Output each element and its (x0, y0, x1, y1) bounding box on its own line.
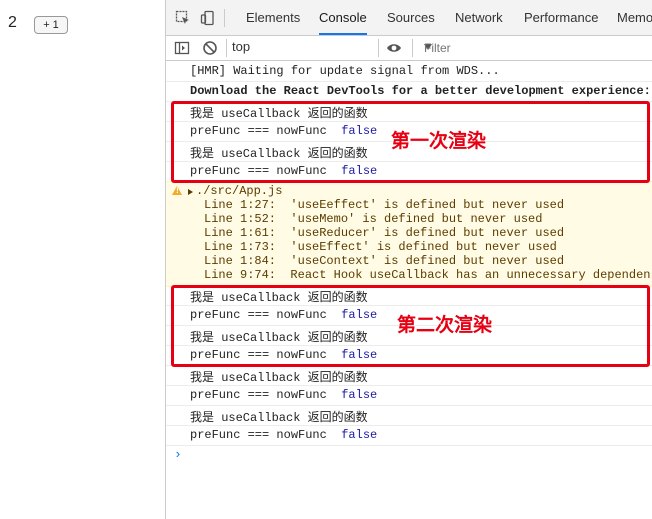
increment-button[interactable]: + 1 (34, 16, 68, 34)
tab-memory[interactable]: Memo (617, 0, 652, 35)
warning-line: Line 1:73: 'useEffect' is defined but ne… (204, 240, 557, 254)
first-render-annotation: 第一次渲染 (391, 130, 487, 152)
live-expression-eye-icon[interactable] (386, 40, 402, 56)
warning-line: Line 1:52: 'useMemo' is defined but neve… (204, 212, 543, 226)
log-text: preFunc === nowFunc (190, 388, 327, 402)
log-row: preFunc === nowFunc false (166, 385, 652, 406)
log-row: preFunc === nowFunc false (166, 425, 652, 446)
context-selector[interactable]: top (232, 36, 432, 60)
sidebar-toggle-icon[interactable] (174, 40, 190, 56)
inspect-element-icon[interactable] (175, 10, 191, 26)
filter-input[interactable] (424, 39, 644, 57)
toolbar-separator (226, 39, 227, 57)
log-value: false (341, 388, 378, 402)
warning-line: Line 1:27: 'useEeffect' is defined but n… (204, 198, 565, 212)
log-row: [HMR] Waiting for update signal from WDS… (166, 61, 652, 82)
console-toolbar: top (166, 36, 652, 61)
devtools-tabbar: Elements Console Sources Network Perform… (166, 0, 652, 36)
tab-sources[interactable]: Sources (387, 0, 435, 35)
warning-file[interactable]: ./src/App.js (196, 184, 282, 198)
toolbar-separator (378, 39, 379, 57)
warning-exclamation-icon: ! (175, 187, 180, 196)
warning-line: Line 1:61: 'useReducer' is defined but n… (204, 226, 565, 240)
context-value: top (232, 39, 251, 54)
log-row: 我是 useCallback 返回的函数 (166, 365, 652, 386)
tab-console[interactable]: Console (319, 0, 367, 35)
tab-performance[interactable]: Performance (524, 0, 598, 35)
log-value: false (341, 428, 378, 442)
tab-network[interactable]: Network (455, 0, 503, 35)
clear-console-icon[interactable] (202, 40, 218, 56)
devtools-panel: Elements Console Sources Network Perform… (166, 0, 652, 519)
toolbar-separator (412, 39, 413, 57)
app-pane: 2 + 1 (0, 0, 165, 519)
log-text: 我是 useCallback 返回的函数 (190, 371, 368, 385)
log-text: preFunc === nowFunc (190, 428, 327, 442)
log-row: Download the React DevTools for a better… (166, 81, 652, 102)
eslint-warning: ! ./src/App.js Line 1:27: 'useEeffect' i… (166, 181, 652, 287)
log-row: 我是 useCallback 返回的函数 (166, 405, 652, 426)
log-text: Download the React DevTools for a better… (190, 84, 651, 98)
expand-triangle-icon[interactable] (188, 189, 193, 195)
tab-elements[interactable]: Elements (246, 0, 300, 35)
second-render-annotation: 第二次渲染 (397, 314, 493, 336)
log-text: [HMR] Waiting for update signal from WDS… (190, 64, 500, 78)
counter-value: 2 (8, 14, 17, 31)
warning-line: Line 9:74: React Hook useCallback has an… (204, 268, 651, 282)
console-prompt-icon[interactable]: › (174, 447, 182, 462)
toolbar-separator (224, 9, 225, 27)
log-text: 我是 useCallback 返回的函数 (190, 411, 368, 425)
warning-line: Line 1:84: 'useContext' is defined but n… (204, 254, 565, 268)
device-toolbar-icon[interactable] (200, 10, 216, 26)
